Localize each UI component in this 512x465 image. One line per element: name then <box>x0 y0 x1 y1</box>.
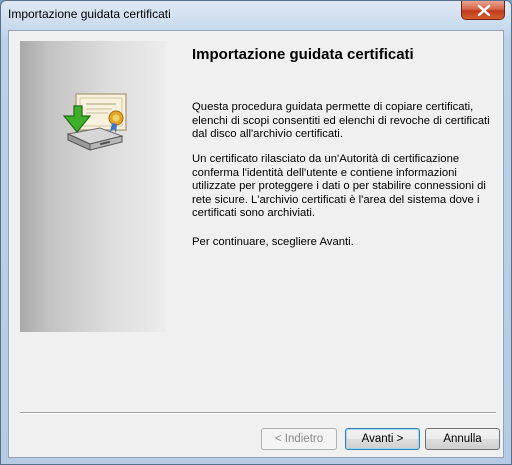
description-paragraph: Un certificato rilasciato da un'Autorità… <box>192 153 486 220</box>
next-button[interactable]: Avanti > <box>345 428 420 450</box>
intro-paragraph: Questa procedura guidata permette di cop… <box>192 101 490 141</box>
close-button[interactable] <box>461 1 505 20</box>
certificate-import-icon <box>62 93 127 151</box>
window-title: Importazione guidata certificati <box>8 7 171 21</box>
button-separator <box>20 412 496 414</box>
back-button[interactable]: < Indietro <box>261 428 337 450</box>
title-bar[interactable]: Importazione guidata certificati <box>1 1 511 29</box>
cancel-button[interactable]: Annulla <box>425 428 500 450</box>
continue-instruction: Per continuare, scegliere Avanti. <box>192 236 354 248</box>
wizard-side-panel <box>20 41 166 332</box>
page-title: Importazione guidata certificati <box>192 46 414 63</box>
wizard-client-area: Importazione guidata certificati Questa … <box>8 30 504 458</box>
close-icon <box>477 5 491 16</box>
wizard-window: Importazione guidata certificati Importa… <box>0 0 512 465</box>
